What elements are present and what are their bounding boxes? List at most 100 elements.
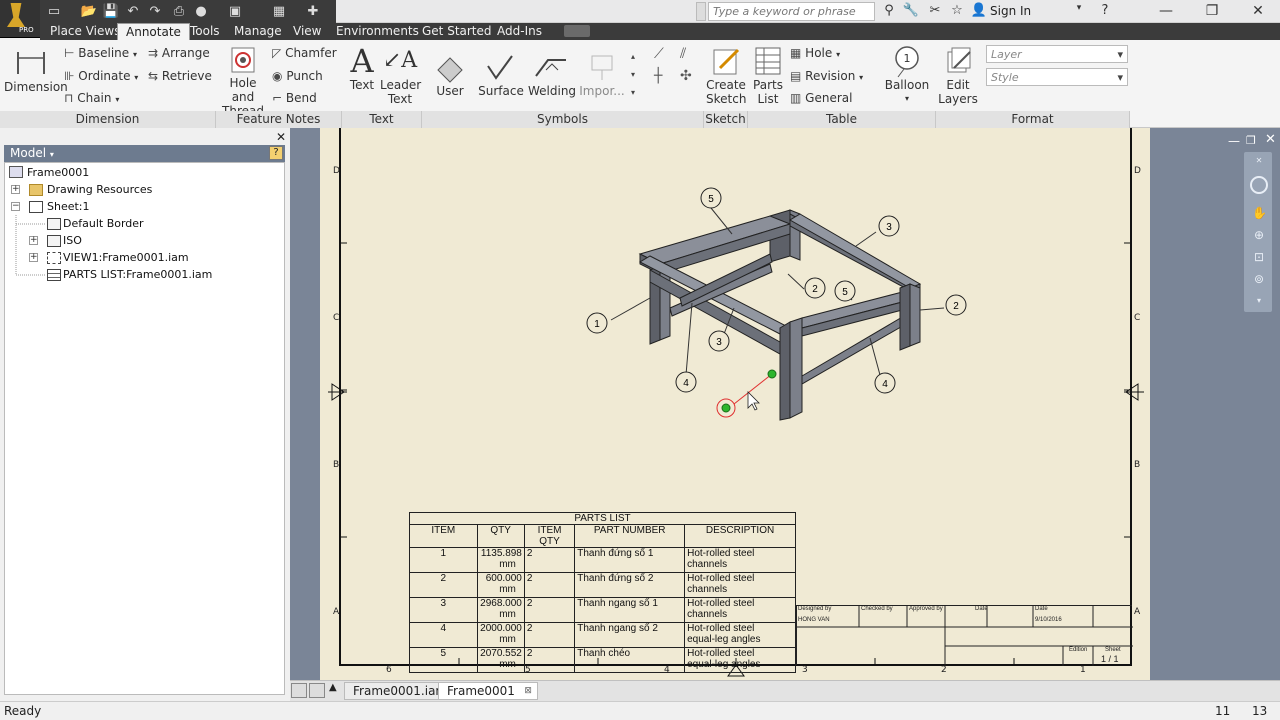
import-button[interactable]: Impor... <box>578 50 626 108</box>
edit-layers-button[interactable]: Edit Layers <box>938 44 978 108</box>
style-dropdown[interactable]: Style ▾ <box>986 68 1128 86</box>
balloon[interactable]: 3 <box>708 330 730 352</box>
steering-wheel-icon[interactable] <box>1250 176 1268 194</box>
centerline-bisector-icon[interactable]: ┼ <box>654 68 662 84</box>
balloon[interactable]: 4 <box>675 371 697 393</box>
tab-view[interactable]: View <box>285 23 329 40</box>
zoom-icon[interactable]: ⊕ <box>1252 228 1266 242</box>
search-expand-icon[interactable] <box>696 2 706 21</box>
hole-table-button[interactable]: ▦ Hole ▾ <box>790 46 840 60</box>
doc-tab-drawing[interactable]: Frame0001 ⊠ <box>438 682 538 700</box>
tile-grid-icon[interactable] <box>309 683 325 698</box>
tab-manage[interactable]: Manage <box>226 23 290 40</box>
welding-button[interactable]: Welding <box>528 50 576 108</box>
add-icon[interactable]: ✚ <box>304 2 322 20</box>
navbar-close-icon[interactable]: ✕ <box>1252 156 1266 170</box>
parts-list-table[interactable]: PARTS LIST ITEM QTY ITEM QTY PART NUMBER… <box>409 512 796 673</box>
hole-thread-button[interactable]: Hole andThread <box>218 44 268 118</box>
close-button[interactable]: ✕ <box>1235 0 1280 23</box>
ordinate-button[interactable]: ⊪ Ordinate ▾ <box>64 69 138 83</box>
binoculars-icon[interactable]: ⚲ <box>880 3 898 20</box>
doc-tab-close-icon[interactable]: ⊠ <box>524 683 532 700</box>
balloon[interactable]: 2 <box>804 277 826 299</box>
parts-list-button[interactable]: Parts List <box>750 44 786 108</box>
dimension-button[interactable]: Dimension <box>4 44 68 108</box>
appearance-icon[interactable]: ▣ <box>226 2 244 20</box>
navbar-customize-icon[interactable]: ▾ <box>1252 296 1266 310</box>
table-row[interactable]: 5 2070.552 mm 2 Thanh chéo Hot-rolled ste… <box>409 647 796 673</box>
tab-get-started[interactable]: Get Started <box>414 23 500 40</box>
retrieve-button[interactable]: ⇆ Retrieve <box>148 69 212 83</box>
tab-place-views[interactable]: Place Views <box>42 23 128 40</box>
restore-button[interactable]: ❐ <box>1189 0 1235 23</box>
centered-pattern-icon[interactable]: ✣ <box>680 68 692 84</box>
viewport-minimize-icon[interactable]: — <box>1228 134 1240 148</box>
sign-in-link[interactable]: Sign In <box>990 4 1031 18</box>
pan-hand-icon[interactable]: ✋ <box>1252 206 1267 220</box>
zoom-all-icon[interactable]: ⊚ <box>1252 272 1266 286</box>
print-icon[interactable]: ⎙ <box>170 2 188 20</box>
undo-icon[interactable]: ↶ <box>124 2 142 20</box>
save-icon[interactable]: 💾 <box>102 2 120 20</box>
create-sketch-button[interactable]: Create Sketch <box>706 44 746 108</box>
bend-label: Bend <box>285 91 317 105</box>
surface-button[interactable]: Surface <box>478 50 524 108</box>
help-icon[interactable]: ? <box>1096 3 1114 20</box>
table-row[interactable]: 1 1135.898 mm 2 Thanh đứng số 1 Hot-rolle… <box>409 547 796 573</box>
tab-annotate[interactable]: Annotate <box>117 23 190 40</box>
tab-environments[interactable]: Environments <box>328 23 427 40</box>
leader-text-button[interactable]: ↙A Leader Text <box>380 44 421 108</box>
new-icon[interactable]: ▭ <box>45 2 63 20</box>
table-row[interactable]: 2 600.000 mm 2 Thanh đứng số 2 Hot-rolled… <box>409 572 796 598</box>
wrench-icon[interactable]: 🔧 <box>902 3 920 20</box>
bend-button[interactable]: ⌐ Bend <box>272 91 317 105</box>
balloon[interactable]: 4 <box>874 372 896 394</box>
text-button[interactable]: A Text <box>344 44 380 108</box>
punch-button[interactable]: ◉ Punch <box>272 69 323 83</box>
balloon[interactable]: 3 <box>878 215 900 237</box>
viewport-close-icon[interactable]: ✕ <box>1265 132 1276 147</box>
general-table-icon: ▥ <box>790 91 802 105</box>
tab-tools[interactable]: Tools <box>182 23 228 40</box>
revision-button[interactable]: ▤ Revision ▾ <box>790 69 863 83</box>
tab-menu-up-icon[interactable]: ▲ <box>329 682 337 693</box>
title-block[interactable]: Designed by HONG VAN Checked by Approved… <box>796 605 1133 666</box>
center-mark-icon[interactable]: ⟋ <box>654 46 664 62</box>
tools-icon[interactable]: ✂ <box>926 3 944 20</box>
browser-help-icon[interactable]: ? <box>269 146 283 160</box>
tile-horizontal-icon[interactable] <box>291 683 307 698</box>
balloon-button[interactable]: 1 Balloon ▾ <box>884 44 930 108</box>
open-icon[interactable]: 📂 <box>80 2 98 20</box>
search-input[interactable]: Type a keyword or phrase <box>708 2 875 21</box>
zoom-window-icon[interactable]: ⊡ <box>1252 250 1266 264</box>
ribbon-toggle-icon[interactable] <box>564 25 590 37</box>
chain-button[interactable]: ⊓ Chain ▾ <box>64 91 119 105</box>
cell-description: Hot-rolled steel equal-leg angles <box>684 622 796 648</box>
arrange-button[interactable]: ⇉ Arrange <box>148 46 210 60</box>
tab-add-ins[interactable]: Add-Ins <box>489 23 550 40</box>
balloon[interactable]: 2 <box>945 294 967 316</box>
balloon[interactable]: 5 <box>700 187 722 209</box>
chamfer-button[interactable]: ◸ Chamfer <box>272 46 337 60</box>
browser-close-icon[interactable]: ✕ <box>276 130 286 144</box>
table-row[interactable]: 4 2000.000 mm 2 Thanh ngang số 2 Hot-roll… <box>409 622 796 648</box>
material-icon[interactable]: ● <box>192 2 210 20</box>
viewport-restore-icon[interactable]: ❐ <box>1246 134 1256 147</box>
balloon[interactable]: 5 <box>834 280 856 302</box>
baseline-button[interactable]: ⊢ Baseline ▾ <box>64 46 137 60</box>
redo-icon[interactable]: ↷ <box>146 2 164 20</box>
general-table-button[interactable]: ▥ General <box>790 91 852 105</box>
model-browser-header[interactable]: Model ▾ <box>4 145 285 162</box>
table-row[interactable]: 3 2968.000 mm 2 Thanh ngang số 1 Hot-roll… <box>409 597 796 623</box>
hole-thread-icon <box>231 47 255 73</box>
minimize-button[interactable]: — <box>1143 0 1189 23</box>
balloon[interactable]: 1 <box>586 312 608 334</box>
signin-chevron-down-icon[interactable]: ▾ <box>1070 3 1088 20</box>
user-symbol-button[interactable]: User <box>430 50 470 108</box>
star-icon[interactable]: ☆ <box>948 3 966 20</box>
symbols-gallery-scroll[interactable]: ▴ ▾ ▾ <box>628 48 638 106</box>
app-menu-button[interactable]: PRO <box>0 0 40 38</box>
centerline-icon[interactable]: ⫽ <box>680 46 686 62</box>
layer-dropdown[interactable]: Layer ▾ <box>986 45 1128 63</box>
update-icon[interactable]: ▦ <box>270 2 288 20</box>
